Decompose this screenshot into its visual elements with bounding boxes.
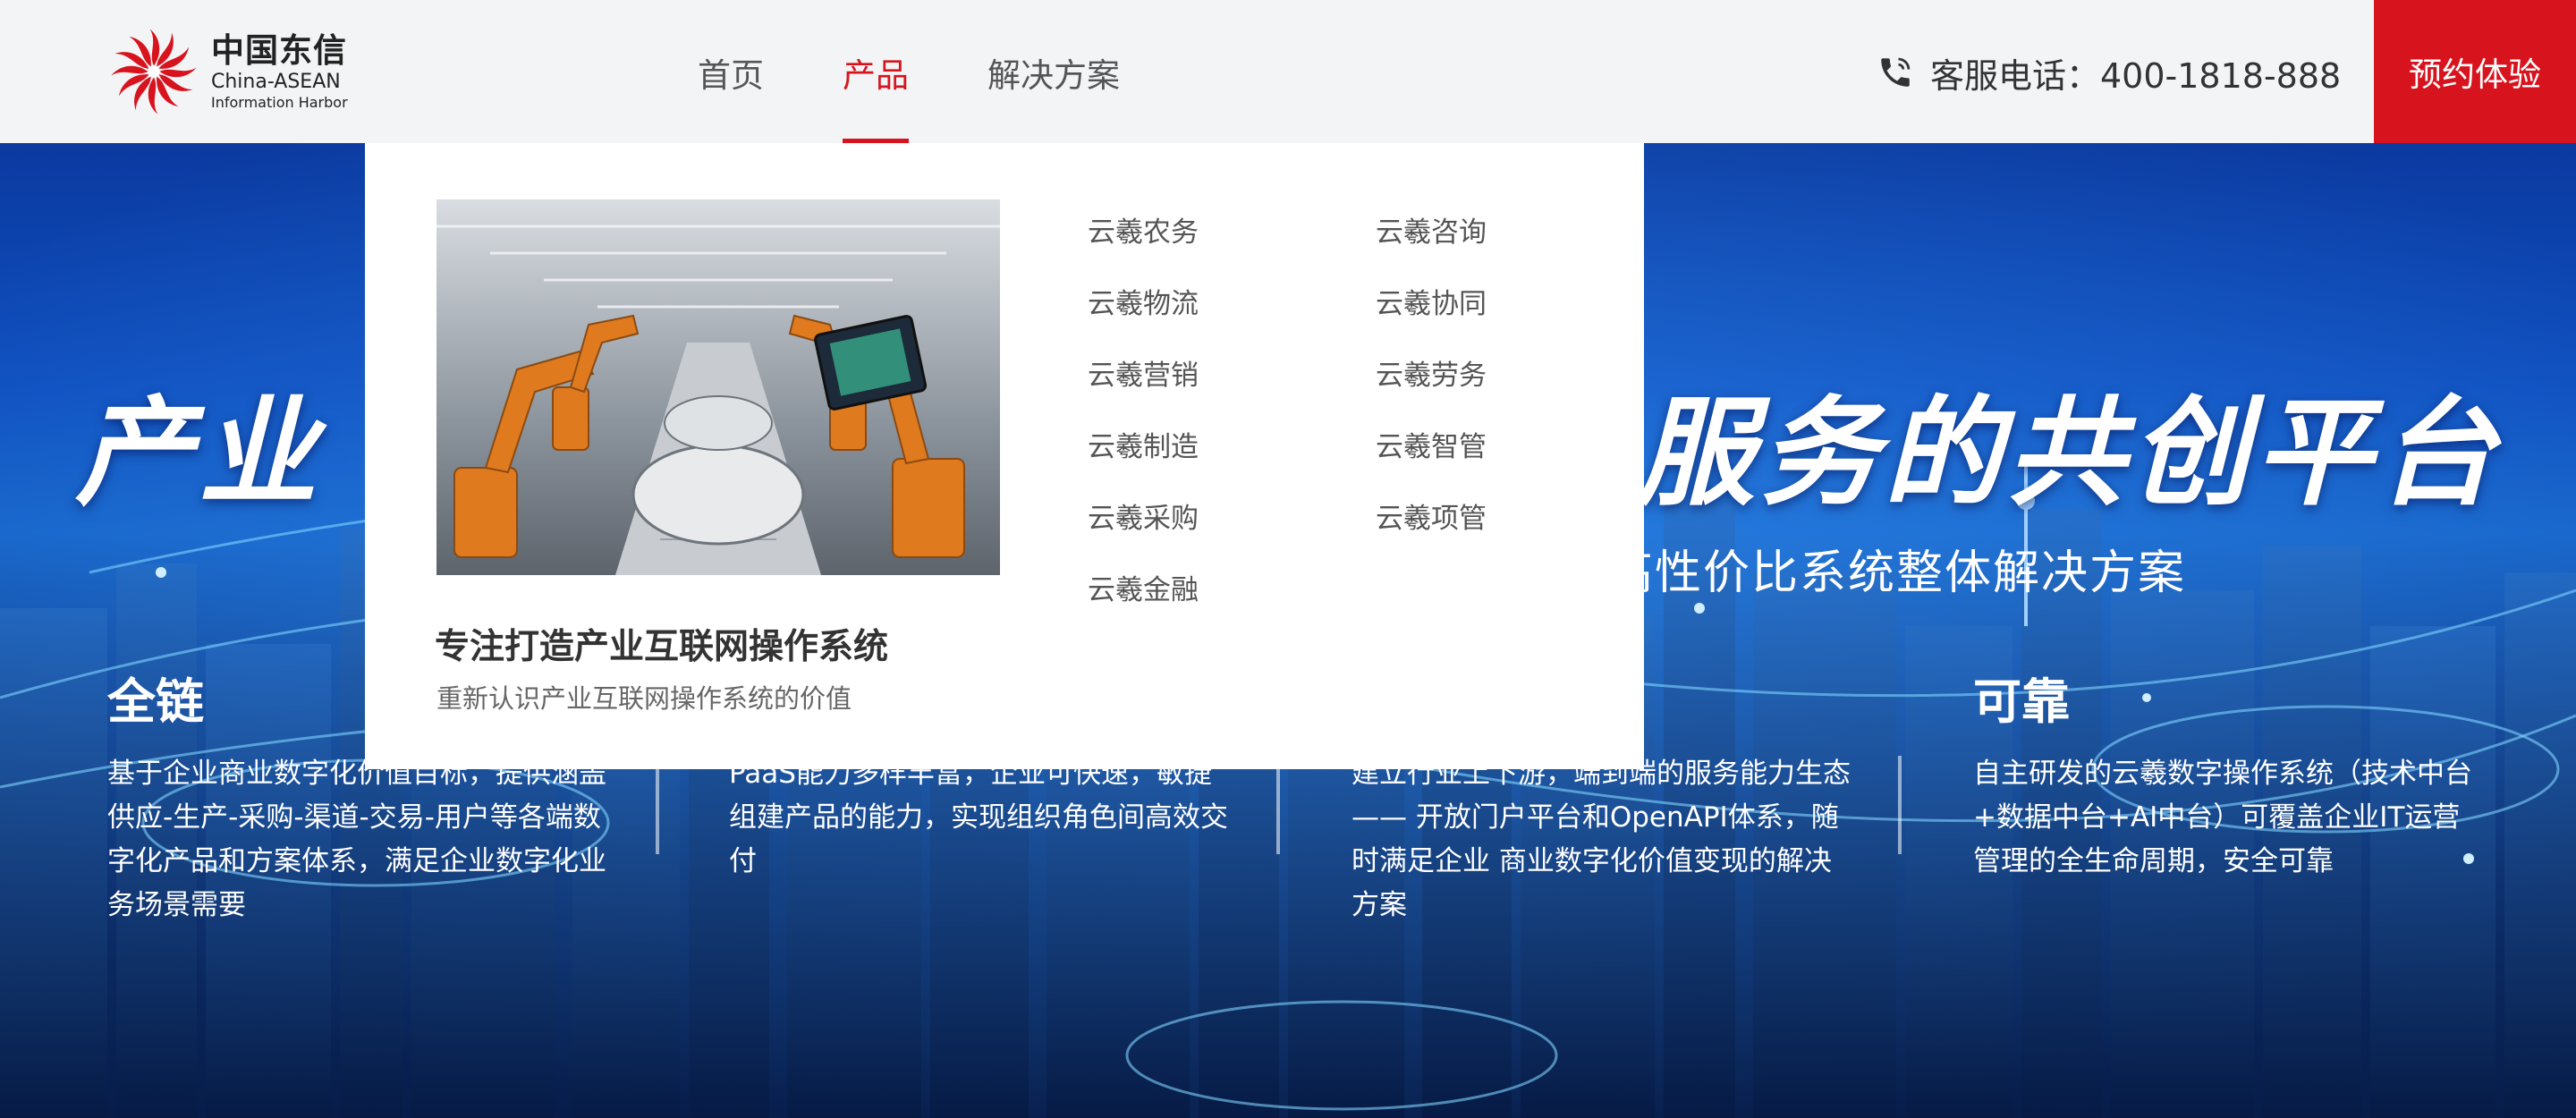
site-header: 中国东信 China-ASEAN Information Harbor 首页 产… bbox=[0, 0, 2576, 143]
product-menu-col-2: 云羲咨询 云羲协同 云羲劳务 云羲智管 云羲项管 bbox=[1376, 210, 1608, 568]
menu-item-marketing[interactable]: 云羲营销 bbox=[1088, 353, 1320, 425]
main-nav: 首页 产品 解决方案 bbox=[698, 0, 1199, 143]
menu-item-collaboration[interactable]: 云羲协同 bbox=[1376, 282, 1608, 353]
feature-divider bbox=[1898, 756, 1902, 854]
menu-item-project-management[interactable]: 云羲项管 bbox=[1376, 496, 1608, 568]
menu-item-logistics[interactable]: 云羲物流 bbox=[1088, 282, 1320, 353]
phone-icon bbox=[1881, 57, 1911, 87]
menu-item-finance[interactable]: 云羲金融 bbox=[1088, 568, 1320, 639]
hotline-text: 客服电话：400-1818-888 bbox=[1930, 55, 2342, 96]
hero-title-right: 服务的共创平台 bbox=[1637, 385, 2501, 522]
feature-desc: 建立行业上下游，端到端的服务能力生态—— 开放门户平台和OpenAPI体系，随时… bbox=[1352, 758, 1851, 921]
logo-name-en: China-ASEAN bbox=[211, 70, 341, 93]
feature-reliable: 可靠 自主研发的云羲数字操作系统（技术中台+数据中台+AI中台）可覆盖企业IT运… bbox=[1973, 666, 2474, 884]
feature-title: 可靠 bbox=[1973, 673, 2070, 730]
menu-item-smart-management[interactable]: 云羲智管 bbox=[1376, 425, 1608, 496]
menu-item-consulting[interactable]: 云羲咨询 bbox=[1376, 210, 1608, 282]
feature-desc: PaaS能力多样丰富，企业可快速，敏捷组建产品的能力，实现组织角色间高效交付 bbox=[729, 758, 1228, 877]
feature-divider bbox=[1276, 756, 1280, 854]
factory-robot-arms-image bbox=[436, 199, 1000, 575]
feature-divider bbox=[656, 756, 659, 854]
logo-flower-icon bbox=[111, 29, 197, 114]
feature-desc: 基于企业商业数字化价值目标，提供涵盖供应-生产-采购-渠道-交易-用户等各端数字… bbox=[107, 758, 606, 921]
product-menu-col-1: 云羲农务 云羲物流 云羲营销 云羲制造 云羲采购 云羲金融 bbox=[1088, 210, 1320, 639]
menu-item-procurement[interactable]: 云羲采购 bbox=[1088, 496, 1320, 568]
menu-item-manufacturing[interactable]: 云羲制造 bbox=[1088, 425, 1320, 496]
nav-home[interactable]: 首页 bbox=[698, 0, 764, 143]
menu-item-agriculture[interactable]: 云羲农务 bbox=[1088, 210, 1320, 282]
feature-desc: 自主研发的云羲数字操作系统（技术中台+数据中台+AI中台）可覆盖企业IT运营管理… bbox=[1973, 758, 2472, 877]
promo-subtitle: 重新认识产业互联网操作系统的价值 bbox=[436, 683, 852, 714]
hero-subtitle-right: 高性价比系统整体解决方案 bbox=[1606, 546, 2186, 600]
products-dropdown: 专注打造产业互联网操作系统 重新认识产业互联网操作系统的价值 云羲农务 云羲物流… bbox=[365, 143, 1644, 769]
robot-arms-illustration bbox=[436, 199, 1000, 575]
hotline: 客服电话：400-1818-888 bbox=[1877, 50, 2342, 96]
menu-item-labor[interactable]: 云羲劳务 bbox=[1376, 353, 1608, 425]
book-demo-button[interactable]: 预约体验 bbox=[2374, 0, 2576, 143]
logo-text: 中国东信 China-ASEAN Information Harbor bbox=[211, 34, 348, 110]
promo-title[interactable]: 专注打造产业互联网操作系统 bbox=[435, 619, 888, 669]
nav-solutions[interactable]: 解决方案 bbox=[987, 0, 1120, 143]
nav-products[interactable]: 产品 bbox=[843, 0, 909, 143]
logo-name-en-sub: Information Harbor bbox=[211, 93, 348, 111]
hero-title-left: 产业 bbox=[75, 385, 322, 522]
logo[interactable]: 中国东信 China-ASEAN Information Harbor bbox=[106, 21, 365, 122]
logo-name-cn: 中国东信 bbox=[211, 30, 347, 70]
